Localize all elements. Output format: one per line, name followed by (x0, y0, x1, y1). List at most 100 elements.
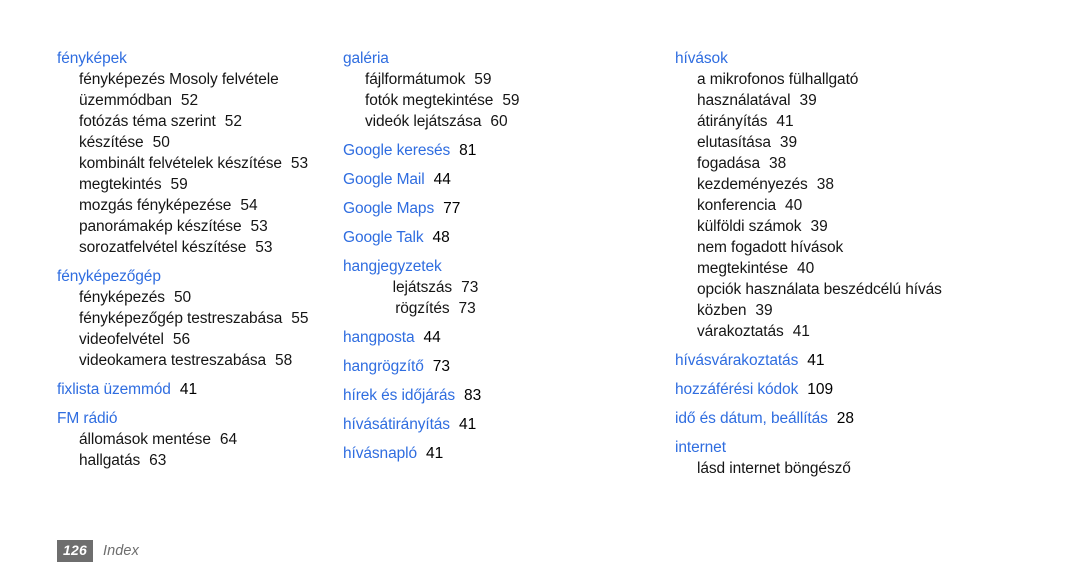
footer-section-label: Index (102, 543, 139, 559)
index-sub-entry[interactable]: kombinált felvételek készítése 53 (79, 153, 335, 174)
index-sub-entry[interactable]: nem fogadott hívások (697, 237, 1080, 258)
index-page-number: 38 (816, 176, 834, 193)
index-page-number: 40 (797, 260, 815, 277)
index-page: fényképek fényképezés Mosoly felvétele üze… (0, 0, 1080, 586)
index-main-entry[interactable]: hírek és időjárás 83 (343, 385, 667, 406)
index-sub-entry-label: fotózás téma szerint (79, 113, 216, 130)
index-sub-entry[interactable]: a mikrofonos fülhallgató (697, 69, 1080, 90)
index-sub-entry[interactable]: mozgás fényképezése 54 (79, 195, 335, 216)
index-entry-group: hívások a mikrofonos fülhallgató használat… (675, 48, 1080, 342)
index-entry-group: Google Mail 44 (343, 169, 667, 190)
index-columns: fényképek fényképezés Mosoly felvétele üze… (0, 0, 1080, 520)
index-main-entry[interactable]: idő és dátum, beállítás 28 (675, 408, 1080, 429)
index-sub-entry[interactable]: állomások mentése 64 (79, 429, 335, 450)
index-sub-entry[interactable]: készítése 50 (79, 132, 335, 153)
index-main-entry[interactable]: hívásnapló 41 (343, 443, 667, 464)
index-sub-entry-label: készítése (79, 134, 144, 151)
index-sub-entry[interactable]: opciók használata beszédcélú hívás (697, 279, 1080, 300)
index-main-entry[interactable]: hívásátirányítás 41 (343, 414, 667, 435)
index-sub-entry[interactable]: konferencia 40 (697, 195, 1080, 216)
index-sub-entry[interactable]: fogadása 38 (697, 153, 1080, 174)
index-main-entry[interactable]: hívások (675, 48, 1080, 69)
index-page-number: 52 (180, 92, 199, 109)
index-sub-entry[interactable]: külföldi számok 39 (697, 216, 1080, 237)
index-sub-entry[interactable]: használatával 39 (697, 90, 1080, 111)
index-page-number: 41 (776, 113, 794, 130)
index-main-entry[interactable]: fényképek (57, 48, 335, 69)
index-main-entry-label: Google Maps (343, 200, 435, 217)
index-sub-entry[interactable]: lejátszás 73 (343, 277, 528, 298)
index-page-number: 39 (799, 92, 817, 109)
index-sub-list: lásd internet böngésző (675, 458, 1080, 479)
index-main-entry[interactable]: hangposta 44 (343, 327, 667, 348)
index-sub-entry[interactable]: fotózás téma szerint 52 (79, 111, 335, 132)
index-main-entry-label: fixlista üzemmód (57, 381, 171, 398)
index-sub-entry[interactable]: sorozatfelvétel készítése 53 (79, 237, 335, 258)
index-main-entry-label: Google Talk (343, 229, 424, 246)
index-sub-entry[interactable]: hallgatás 63 (79, 450, 335, 471)
index-main-entry-label: fényképezőgép (57, 268, 161, 285)
index-sub-entry[interactable]: fényképezőgép testreszabása 55 (79, 308, 335, 329)
index-sub-entry-label: üzemmódban (79, 92, 172, 109)
index-page-number: 77 (443, 200, 461, 217)
index-sub-entry[interactable]: fényképezés Mosoly felvétele (79, 69, 335, 90)
index-sub-entry-label: videokamera testreszabása (79, 352, 267, 369)
index-sub-entry[interactable]: várakoztatás 41 (697, 321, 1080, 342)
index-sub-entry-label: nem fogadott hívások (697, 239, 844, 256)
index-entry-group: hozzáférési kódok 109 (675, 379, 1080, 400)
index-sub-entry-label: állomások mentése (79, 431, 211, 448)
index-sub-entry[interactable]: videokamera testreszabása 58 (79, 350, 335, 371)
index-main-entry[interactable]: fényképezőgép (57, 266, 335, 287)
index-page-number: 64 (219, 431, 238, 448)
index-sub-entry[interactable]: fájlformátumok 59 (365, 69, 667, 90)
index-main-entry-label: idő és dátum, beállítás (675, 410, 828, 427)
index-sub-entry-label: fotók megtekintése (365, 92, 494, 109)
index-page-number: 55 (291, 310, 309, 327)
index-sub-entry[interactable]: kezdeményezés 38 (697, 174, 1080, 195)
index-sub-entry[interactable]: megtekintés 59 (79, 174, 335, 195)
index-page-number: 38 (768, 155, 787, 172)
index-sub-list: állomások mentése 64 hallgatás 63 (57, 429, 335, 471)
index-main-entry[interactable]: FM rádió (57, 408, 335, 429)
index-page-number: 50 (152, 134, 170, 151)
index-page-number: 41 (179, 381, 198, 398)
index-entry-group: galéria fájlformátumok 59 fotók megtekintés… (343, 48, 667, 132)
index-sub-entry-label: konferencia (697, 197, 777, 214)
index-sub-entry-label: rögzítés (395, 300, 450, 317)
index-sub-entry[interactable]: megtekintése 40 (697, 258, 1080, 279)
index-sub-entry-label: elutasítása (697, 134, 771, 151)
index-sub-entry[interactable]: panorámakép készítése 53 (79, 216, 335, 237)
index-sub-entry[interactable]: közben 39 (697, 300, 1080, 321)
index-main-entry[interactable]: Google keresés 81 (343, 140, 667, 161)
index-page-number: 48 (432, 229, 450, 246)
index-sub-entry[interactable]: rögzítés 73 (343, 298, 528, 319)
index-sub-entry-label: videofelvétel (79, 331, 164, 348)
index-sub-entry[interactable]: elutasítása 39 (697, 132, 1080, 153)
index-main-entry[interactable]: Google Talk 48 (343, 227, 667, 248)
index-main-entry[interactable]: hangjegyzetek (343, 256, 667, 277)
index-sub-entry[interactable]: videofelvétel 56 (79, 329, 335, 350)
index-sub-entry[interactable]: lásd internet böngésző (697, 458, 1080, 479)
index-sub-entry[interactable]: fotók megtekintése 59 (365, 90, 667, 111)
index-sub-entry[interactable]: videók lejátszása 60 (365, 111, 667, 132)
index-column-2: galéria fájlformátumok 59 fotók megtekintés… (335, 0, 667, 464)
index-main-entry-label: hangjegyzetek (343, 258, 442, 275)
index-sub-entry-label: fényképezés Mosoly felvétele (79, 71, 279, 88)
index-main-entry[interactable]: hozzáférési kódok 109 (675, 379, 1080, 400)
index-page-number: 53 (255, 239, 273, 256)
index-sub-list: fényképezés 50 fényképezőgép testreszabása… (57, 287, 335, 371)
index-page-number: 39 (779, 134, 798, 151)
index-sub-entry[interactable]: üzemmódban 52 (79, 90, 335, 111)
index-main-entry[interactable]: hívásvárakoztatás 41 (675, 350, 1080, 371)
index-sub-entry[interactable]: fényképezés 50 (79, 287, 335, 308)
index-main-entry[interactable]: fixlista üzemmód 41 (57, 379, 335, 400)
index-page-number: 63 (149, 452, 167, 469)
index-main-entry[interactable]: galéria (343, 48, 667, 69)
index-sub-entry[interactable]: átirányítás 41 (697, 111, 1080, 132)
index-main-entry[interactable]: internet (675, 437, 1080, 458)
index-main-entry[interactable]: Google Mail 44 (343, 169, 667, 190)
index-main-entry[interactable]: hangrögzítő 73 (343, 356, 667, 377)
index-sub-entry-label: megtekintése (697, 260, 788, 277)
index-main-entry[interactable]: Google Maps 77 (343, 198, 667, 219)
index-sub-entry-label: fájlformátumok (365, 71, 466, 88)
